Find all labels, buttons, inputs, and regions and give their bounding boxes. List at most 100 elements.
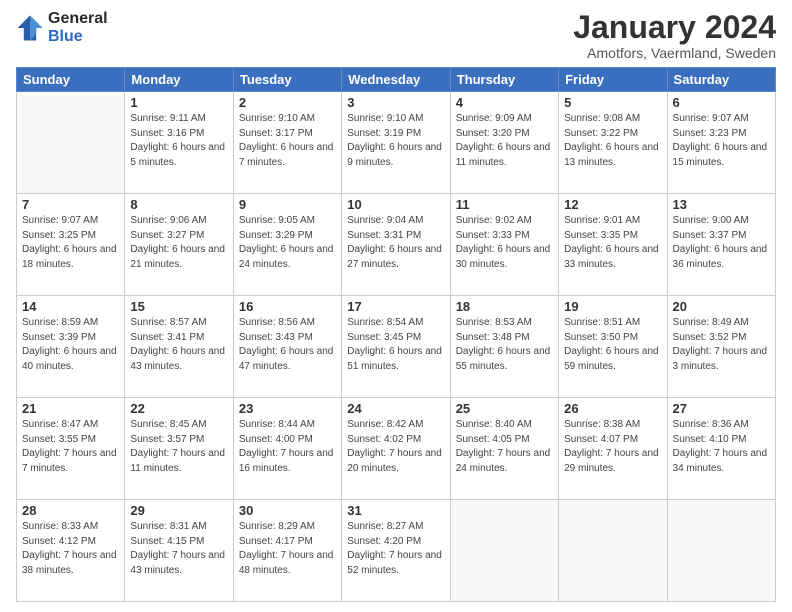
calendar-cell: 4 Sunrise: 9:09 AM Sunset: 3:20 PM Daylig… — [450, 92, 558, 194]
calendar-cell: 21 Sunrise: 8:47 AM Sunset: 3:55 PM Dayli… — [17, 398, 125, 500]
calendar-cell — [667, 500, 775, 602]
day-number: 13 — [673, 197, 770, 212]
day-number: 10 — [347, 197, 444, 212]
day-header-tuesday: Tuesday — [233, 68, 341, 92]
day-number: 31 — [347, 503, 444, 518]
calendar-cell — [17, 92, 125, 194]
calendar-cell: 25 Sunrise: 8:40 AM Sunset: 4:05 PM Dayli… — [450, 398, 558, 500]
day-info: Sunrise: 8:40 AM Sunset: 4:05 PM Dayligh… — [456, 418, 553, 476]
calendar-cell: 1 Sunrise: 9:11 AM Sunset: 3:16 PM Daylig… — [125, 92, 233, 194]
day-number: 5 — [564, 95, 661, 110]
day-info: Sunrise: 8:56 AM Sunset: 3:43 PM Dayligh… — [239, 316, 336, 374]
week-row-4: 21 Sunrise: 8:47 AM Sunset: 3:55 PM Dayli… — [17, 398, 776, 500]
calendar-cell: 2 Sunrise: 9:10 AM Sunset: 3:17 PM Daylig… — [233, 92, 341, 194]
day-info: Sunrise: 9:08 AM Sunset: 3:22 PM Dayligh… — [564, 112, 661, 170]
day-number: 24 — [347, 401, 444, 416]
subtitle: Amotfors, Vaermland, Sweden — [573, 45, 776, 61]
day-number: 9 — [239, 197, 336, 212]
day-info: Sunrise: 8:45 AM Sunset: 3:57 PM Dayligh… — [130, 418, 227, 476]
day-number: 4 — [456, 95, 553, 110]
calendar-cell — [559, 500, 667, 602]
day-number: 15 — [130, 299, 227, 314]
day-info: Sunrise: 9:04 AM Sunset: 3:31 PM Dayligh… — [347, 214, 444, 272]
day-info: Sunrise: 8:51 AM Sunset: 3:50 PM Dayligh… — [564, 316, 661, 374]
day-info: Sunrise: 9:09 AM Sunset: 3:20 PM Dayligh… — [456, 112, 553, 170]
day-number: 11 — [456, 197, 553, 212]
calendar-cell: 19 Sunrise: 8:51 AM Sunset: 3:50 PM Dayli… — [559, 296, 667, 398]
day-number: 1 — [130, 95, 227, 110]
calendar-cell: 12 Sunrise: 9:01 AM Sunset: 3:35 PM Dayli… — [559, 194, 667, 296]
day-number: 7 — [22, 197, 119, 212]
day-number: 6 — [673, 95, 770, 110]
calendar-cell: 20 Sunrise: 8:49 AM Sunset: 3:52 PM Dayli… — [667, 296, 775, 398]
day-number: 16 — [239, 299, 336, 314]
calendar-cell: 16 Sunrise: 8:56 AM Sunset: 3:43 PM Dayli… — [233, 296, 341, 398]
day-number: 19 — [564, 299, 661, 314]
calendar-cell: 29 Sunrise: 8:31 AM Sunset: 4:15 PM Dayli… — [125, 500, 233, 602]
logo-text-line1: General — [48, 10, 108, 28]
calendar-cell: 24 Sunrise: 8:42 AM Sunset: 4:02 PM Dayli… — [342, 398, 450, 500]
day-number: 25 — [456, 401, 553, 416]
logo-icon — [16, 14, 44, 42]
logo-text-line2: Blue — [48, 28, 108, 46]
day-info: Sunrise: 8:31 AM Sunset: 4:15 PM Dayligh… — [130, 520, 227, 578]
calendar-cell: 11 Sunrise: 9:02 AM Sunset: 3:33 PM Dayli… — [450, 194, 558, 296]
calendar-cell: 17 Sunrise: 8:54 AM Sunset: 3:45 PM Dayli… — [342, 296, 450, 398]
header: General Blue January 2024 Amotfors, Vaer… — [16, 10, 776, 61]
day-info: Sunrise: 8:27 AM Sunset: 4:20 PM Dayligh… — [347, 520, 444, 578]
day-number: 2 — [239, 95, 336, 110]
day-info: Sunrise: 9:01 AM Sunset: 3:35 PM Dayligh… — [564, 214, 661, 272]
day-info: Sunrise: 8:53 AM Sunset: 3:48 PM Dayligh… — [456, 316, 553, 374]
day-info: Sunrise: 8:38 AM Sunset: 4:07 PM Dayligh… — [564, 418, 661, 476]
day-number: 27 — [673, 401, 770, 416]
calendar-cell: 28 Sunrise: 8:33 AM Sunset: 4:12 PM Dayli… — [17, 500, 125, 602]
day-number: 22 — [130, 401, 227, 416]
day-header-saturday: Saturday — [667, 68, 775, 92]
logo: General Blue — [16, 10, 108, 47]
day-number: 26 — [564, 401, 661, 416]
calendar-header-row: SundayMondayTuesdayWednesdayThursdayFrid… — [17, 68, 776, 92]
day-info: Sunrise: 9:10 AM Sunset: 3:17 PM Dayligh… — [239, 112, 336, 170]
day-number: 20 — [673, 299, 770, 314]
day-info: Sunrise: 8:44 AM Sunset: 4:00 PM Dayligh… — [239, 418, 336, 476]
calendar-cell: 26 Sunrise: 8:38 AM Sunset: 4:07 PM Dayli… — [559, 398, 667, 500]
day-number: 12 — [564, 197, 661, 212]
day-number: 30 — [239, 503, 336, 518]
calendar-cell: 31 Sunrise: 8:27 AM Sunset: 4:20 PM Dayli… — [342, 500, 450, 602]
day-info: Sunrise: 8:36 AM Sunset: 4:10 PM Dayligh… — [673, 418, 770, 476]
day-number: 17 — [347, 299, 444, 314]
calendar: SundayMondayTuesdayWednesdayThursdayFrid… — [16, 67, 776, 602]
calendar-cell: 15Sunrise: 8:57 AM Sunset: 3:41 PM Dayli… — [125, 296, 233, 398]
calendar-cell: 5 Sunrise: 9:08 AM Sunset: 3:22 PM Daylig… — [559, 92, 667, 194]
day-header-monday: Monday — [125, 68, 233, 92]
day-header-thursday: Thursday — [450, 68, 558, 92]
calendar-cell: 3Sunrise: 9:10 AM Sunset: 3:19 PM Daylig… — [342, 92, 450, 194]
day-number: 28 — [22, 503, 119, 518]
day-info: Sunrise: 8:47 AM Sunset: 3:55 PM Dayligh… — [22, 418, 119, 476]
title-area: January 2024 Amotfors, Vaermland, Sweden — [573, 10, 776, 61]
calendar-cell: 30 Sunrise: 8:29 AM Sunset: 4:17 PM Dayli… — [233, 500, 341, 602]
week-row-5: 28 Sunrise: 8:33 AM Sunset: 4:12 PM Dayli… — [17, 500, 776, 602]
calendar-cell: 9 Sunrise: 9:05 AM Sunset: 3:29 PM Daylig… — [233, 194, 341, 296]
day-number: 21 — [22, 401, 119, 416]
day-info: Sunrise: 9:05 AM Sunset: 3:29 PM Dayligh… — [239, 214, 336, 272]
week-row-3: 14Sunrise: 8:59 AM Sunset: 3:39 PM Dayli… — [17, 296, 776, 398]
calendar-cell — [450, 500, 558, 602]
day-info: Sunrise: 9:00 AM Sunset: 3:37 PM Dayligh… — [673, 214, 770, 272]
day-number: 8 — [130, 197, 227, 212]
day-info: Sunrise: 8:29 AM Sunset: 4:17 PM Dayligh… — [239, 520, 336, 578]
day-info: Sunrise: 8:49 AM Sunset: 3:52 PM Dayligh… — [673, 316, 770, 374]
calendar-cell: 13 Sunrise: 9:00 AM Sunset: 3:37 PM Dayli… — [667, 194, 775, 296]
day-info: Sunrise: 9:02 AM Sunset: 3:33 PM Dayligh… — [456, 214, 553, 272]
day-info: Sunrise: 9:06 AM Sunset: 3:27 PM Dayligh… — [130, 214, 227, 272]
day-number: 29 — [130, 503, 227, 518]
day-info: Sunrise: 9:11 AM Sunset: 3:16 PM Dayligh… — [130, 112, 227, 170]
day-info: Sunrise: 8:42 AM Sunset: 4:02 PM Dayligh… — [347, 418, 444, 476]
day-number: 14 — [22, 299, 119, 314]
day-info: Sunrise: 8:54 AM Sunset: 3:45 PM Dayligh… — [347, 316, 444, 374]
day-info: Sunrise: 8:33 AM Sunset: 4:12 PM Dayligh… — [22, 520, 119, 578]
day-number: 23 — [239, 401, 336, 416]
day-header-wednesday: Wednesday — [342, 68, 450, 92]
calendar-cell: 22 Sunrise: 8:45 AM Sunset: 3:57 PM Dayli… — [125, 398, 233, 500]
day-header-friday: Friday — [559, 68, 667, 92]
